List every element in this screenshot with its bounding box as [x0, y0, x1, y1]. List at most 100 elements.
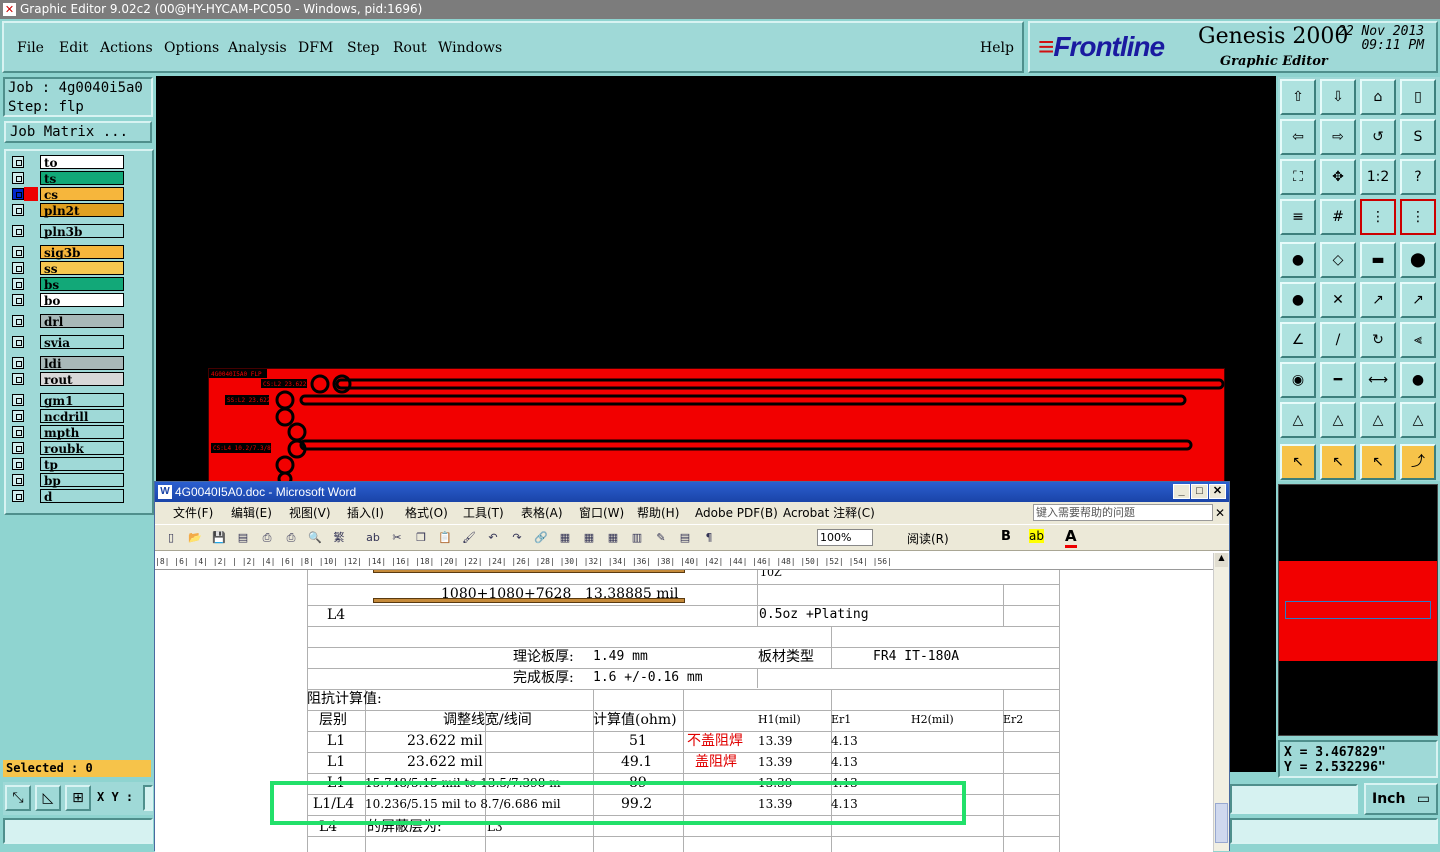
word-menu-item[interactable]: 窗口(W): [579, 502, 624, 524]
paste-icon[interactable]: 📋: [437, 530, 453, 546]
triangle4-icon[interactable]: △: [1400, 402, 1436, 438]
query-icon[interactable]: ?: [1400, 159, 1436, 195]
print-icon[interactable]: ⎙: [259, 530, 275, 546]
layer-row-gm1[interactable]: gm1: [8, 393, 126, 408]
zoom-1-2-icon[interactable]: 1:2: [1360, 159, 1396, 195]
layer-row-ncdrill[interactable]: ncdrill: [8, 409, 126, 424]
menu-analysis[interactable]: Analysis: [228, 40, 287, 56]
word-menu-item[interactable]: Adobe PDF(B): [695, 502, 778, 524]
layer-row-pln3b[interactable]: pln3b: [8, 224, 126, 239]
layer-row-rout[interactable]: rout: [8, 372, 126, 387]
pad-icon[interactable]: ●: [1280, 242, 1316, 278]
overview-minimap[interactable]: [1278, 484, 1438, 736]
layer-name[interactable]: ts: [40, 171, 124, 186]
layer-row-bp[interactable]: bp: [8, 473, 126, 488]
cross-icon[interactable]: ✕: [1320, 282, 1356, 318]
layer-name[interactable]: bo: [40, 293, 124, 308]
scroll-thumb[interactable]: [1215, 803, 1228, 843]
layer-row-to[interactable]: to: [8, 155, 126, 170]
home-icon[interactable]: ⌂: [1360, 79, 1396, 115]
select-icon[interactable]: ↖: [1360, 444, 1396, 480]
print-preview-icon[interactable]: ⎙: [283, 530, 299, 546]
pen-icon[interactable]: /: [1320, 322, 1356, 358]
read-mode-button[interactable]: 阅读(R): [907, 530, 949, 547]
word-menu-item[interactable]: 表格(A): [521, 502, 563, 524]
layer-name[interactable]: rout: [40, 372, 124, 387]
layer-checkbox[interactable]: [12, 357, 24, 369]
layer-row-cs[interactable]: cs: [8, 187, 126, 202]
word-menu-item[interactable]: 工具(T): [463, 502, 504, 524]
font-color-icon[interactable]: A: [1065, 527, 1077, 548]
layer-row-ldi[interactable]: ldi: [8, 356, 126, 371]
menu-dfm[interactable]: DFM: [298, 40, 333, 56]
tables-icon[interactable]: ▦: [557, 530, 573, 546]
close-doc-icon[interactable]: ✕: [1215, 502, 1225, 524]
menu-options[interactable]: Options: [164, 40, 219, 56]
center-icon[interactable]: ✥: [1320, 159, 1356, 195]
preview-icon[interactable]: 🔍: [307, 530, 323, 546]
import-icon[interactable]: ⇦: [1280, 119, 1316, 155]
open-job-icon[interactable]: ⇧: [1280, 79, 1316, 115]
split-icon[interactable]: ⫷: [1400, 322, 1436, 358]
word-menu-item[interactable]: Acrobat 注释(C): [783, 502, 875, 524]
edit-shape-icon[interactable]: ◇: [1320, 242, 1356, 278]
layer-row-drl[interactable]: drl: [8, 314, 126, 329]
layer-checkbox[interactable]: [12, 410, 24, 422]
layer-checkbox[interactable]: [12, 426, 24, 438]
layer-name[interactable]: sig3b: [40, 245, 124, 260]
layer-name[interactable]: d: [40, 489, 124, 504]
layer-name[interactable]: pln2t: [40, 203, 124, 218]
layer-row-bo[interactable]: bo: [8, 293, 126, 308]
move-icon[interactable]: ◉: [1280, 362, 1316, 398]
zoom-area-icon[interactable]: ⤡: [5, 785, 31, 811]
open-icon[interactable]: 📂: [187, 530, 203, 546]
layer-row-mpth[interactable]: mpth: [8, 425, 126, 440]
select-box-icon[interactable]: ↖: [1320, 444, 1356, 480]
layer-checkbox[interactable]: [12, 294, 24, 306]
net-select-icon[interactable]: ⋮: [1360, 199, 1396, 235]
minimap-viewport[interactable]: [1285, 601, 1431, 619]
ruler-icon[interactable]: ▬: [1360, 242, 1396, 278]
export-icon[interactable]: ⇨: [1320, 119, 1356, 155]
doc-map-icon[interactable]: ▤: [677, 530, 693, 546]
zoom-select[interactable]: 100%: [817, 529, 873, 546]
layer-row-roubk[interactable]: roubk: [8, 441, 126, 456]
layer-checkbox[interactable]: [12, 172, 24, 184]
copy-icon[interactable]: ❐: [413, 530, 429, 546]
layer-name[interactable]: cs: [40, 187, 124, 202]
layer-name[interactable]: mpth: [40, 425, 124, 440]
maximize-button[interactable]: □: [1191, 484, 1208, 499]
measure-ruler-icon[interactable]: ≡: [1280, 199, 1316, 235]
drawing-icon[interactable]: ✎: [653, 530, 669, 546]
dimension-icon[interactable]: ⟷: [1360, 362, 1396, 398]
layer-checkbox[interactable]: [12, 336, 24, 348]
menu-help[interactable]: Help: [980, 40, 1014, 56]
layer-checkbox[interactable]: [12, 458, 24, 470]
xy-input[interactable]: [143, 785, 153, 811]
menu-rout[interactable]: Rout: [393, 40, 427, 56]
layer-checkbox[interactable]: [12, 315, 24, 327]
units-select[interactable]: Inch ▭: [1364, 783, 1438, 815]
menu-step[interactable]: Step: [347, 40, 379, 56]
layer-name[interactable]: roubk: [40, 441, 124, 456]
layer-name[interactable]: pln3b: [40, 224, 124, 239]
layer-row-sig3b[interactable]: sig3b: [8, 245, 126, 260]
bold-icon[interactable]: B: [1001, 529, 1011, 544]
layer-row-ts[interactable]: ts: [8, 171, 126, 186]
insert-table-icon[interactable]: ▦: [581, 530, 597, 546]
vertical-scrollbar[interactable]: ▲: [1213, 553, 1229, 851]
menu-file[interactable]: File: [17, 40, 44, 56]
shapes-icon[interactable]: ●: [1400, 362, 1436, 398]
layer-checkbox[interactable]: [12, 442, 24, 454]
help-search-input[interactable]: 键入需要帮助的问题: [1033, 504, 1213, 521]
highlight-icon[interactable]: ab: [1029, 529, 1044, 543]
fit-icon[interactable]: ⛶: [1280, 159, 1316, 195]
save-icon[interactable]: ⇩: [1320, 79, 1356, 115]
route2-icon[interactable]: ↗: [1400, 282, 1436, 318]
format-painter-icon[interactable]: 🖌: [461, 530, 477, 546]
layer-name[interactable]: tp: [40, 457, 124, 472]
layer-checkbox[interactable]: [12, 474, 24, 486]
word-menu-item[interactable]: 格式(O): [405, 502, 448, 524]
layer-name[interactable]: bp: [40, 473, 124, 488]
layer-checkbox[interactable]: [12, 262, 24, 274]
